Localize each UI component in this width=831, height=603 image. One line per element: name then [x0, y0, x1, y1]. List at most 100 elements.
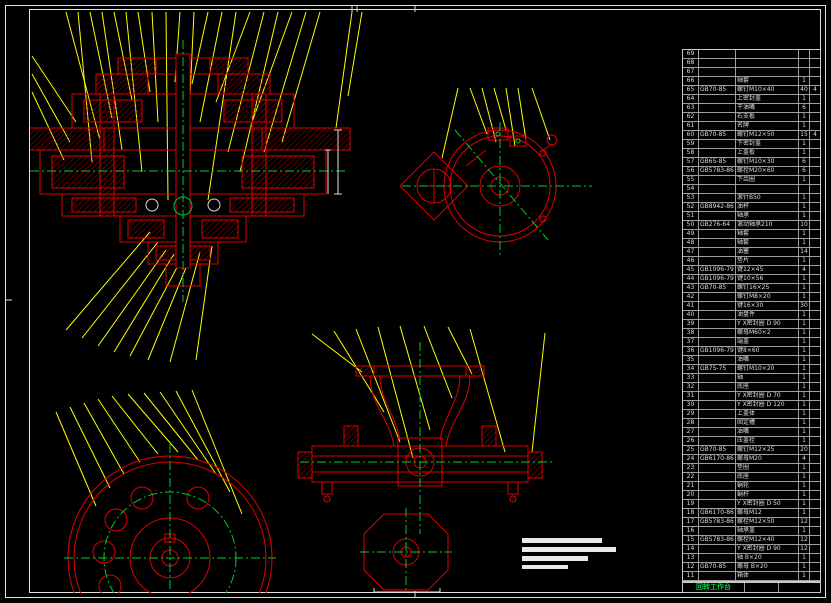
part-cell-code: GB75-75	[699, 365, 736, 374]
part-cell-name: 下齿圈	[736, 176, 799, 185]
part-row: 41 键16×30 30	[683, 302, 820, 311]
part-row: 40 油盘件 1	[683, 311, 820, 320]
part-cell-mat	[810, 473, 820, 482]
part-row: 58 上盖板 1	[683, 149, 820, 158]
part-cell-code	[699, 401, 736, 410]
part-cell-mat	[810, 275, 820, 284]
part-cell-name: 螺母M20	[736, 455, 799, 464]
part-cell-mat	[810, 428, 820, 437]
part-cell-mat	[810, 59, 820, 68]
part-cell-qty: 1	[799, 347, 810, 356]
part-cell-name: 下密封盖	[736, 140, 799, 149]
part-cell-qty: 1	[799, 140, 810, 149]
part-cell-name: 底座	[736, 383, 799, 392]
part-cell-mat	[810, 167, 820, 176]
part-cell-mat	[810, 545, 820, 554]
part-cell-qty: 1	[799, 410, 810, 419]
parts-table: 69 68 67 66 轴套 1 65 GB70-85 螺钉M10×40 40 4 64 上密封盖 1 63…	[682, 49, 821, 582]
part-row: 30 Y X密封圈 D 120 1	[683, 401, 820, 410]
part-cell-qty: 1	[799, 482, 810, 491]
part-row: 48 轴套 1	[683, 239, 820, 248]
part-cell-qty: 1	[799, 329, 810, 338]
part-cell-qty	[799, 185, 810, 194]
part-cell-no: 21	[683, 482, 699, 491]
part-row: 29 上盖体 1	[683, 410, 820, 419]
part-cell-name: 油杯	[736, 203, 799, 212]
part-cell-no: 62	[683, 113, 699, 122]
part-cell-code: GB6170-86	[699, 455, 736, 464]
part-cell-no: 19	[683, 500, 699, 509]
part-row: 24 GB6170-86 螺母M20 4	[683, 455, 820, 464]
part-cell-mat	[810, 455, 820, 464]
part-cell-code	[699, 149, 736, 158]
part-cell-name: 键12×45	[736, 266, 799, 275]
part-cell-name: 轴套	[736, 239, 799, 248]
part-cell-code	[699, 257, 736, 266]
part-cell-code	[699, 248, 736, 257]
part-cell-no: 37	[683, 338, 699, 347]
part-row: 57 GB65-85 螺钉M10×30 6	[683, 158, 820, 167]
part-cell-name: 上密封盖	[736, 95, 799, 104]
part-cell-qty: 1	[799, 77, 810, 86]
part-cell-no: 59	[683, 140, 699, 149]
part-cell-name: 右支板	[736, 113, 799, 122]
part-cell-no: 50	[683, 221, 699, 230]
part-cell-code: GB1096-79	[699, 266, 736, 275]
part-cell-mat	[810, 329, 820, 338]
drawing-sheet: 69 68 67 66 轴套 1 65 GB70-85 螺钉M10×40 40 4 64 上密封盖 1 63…	[0, 0, 831, 603]
part-cell-mat	[810, 122, 820, 131]
part-cell-name: 底座	[736, 473, 799, 482]
part-cell-qty: 40	[799, 86, 810, 95]
end-plate-detail-view	[360, 508, 452, 593]
part-cell-name: 螺栓M20×60	[736, 167, 799, 176]
part-cell-qty: 1	[799, 239, 810, 248]
part-cell-code	[699, 473, 736, 482]
part-cell-qty	[799, 50, 810, 59]
part-cell-name: 螺钉16×25	[736, 284, 799, 293]
part-cell-mat	[810, 194, 820, 203]
part-row: 21 蜗轮 1	[683, 482, 820, 491]
part-cell-qty: 1	[799, 500, 810, 509]
part-row: 63 干油嘴 6	[683, 104, 820, 113]
part-cell-qty	[799, 59, 810, 68]
part-cell-qty: 15	[799, 131, 810, 140]
part-cell-qty: 1	[799, 554, 810, 563]
part-row: 34 GB75-75 螺钉M10×20 1	[683, 365, 820, 374]
part-cell-mat	[810, 113, 820, 122]
part-cell-no: 65	[683, 86, 699, 95]
part-row: 18 GB6170-86 螺母M12 1	[683, 509, 820, 518]
part-cell-name: 油塞	[736, 248, 799, 257]
part-row: 59 下密封盖 1	[683, 140, 820, 149]
part-cell-no: 55	[683, 176, 699, 185]
part-cell-qty: 1	[799, 509, 810, 518]
part-cell-mat	[810, 491, 820, 500]
part-cell-qty: 1	[799, 320, 810, 329]
part-cell-mat	[810, 248, 820, 257]
part-cell-qty: 10	[799, 221, 810, 230]
part-cell-mat	[810, 266, 820, 275]
part-cell-name: 螺母M60×2	[736, 329, 799, 338]
part-cell-name: 轴承	[736, 212, 799, 221]
part-row: 43 GB70-85 螺钉16×25 1	[683, 284, 820, 293]
part-cell-name: 键16×30	[736, 302, 799, 311]
part-cell-no: 63	[683, 104, 699, 113]
part-cell-name: Y X密封圈 D 120	[736, 401, 799, 410]
part-cell-name: 滚针B50	[736, 194, 799, 203]
part-cell-mat	[810, 104, 820, 113]
part-cell-qty: 1	[799, 194, 810, 203]
part-cell-code	[699, 95, 736, 104]
part-cell-code	[699, 428, 736, 437]
part-cell-qty: 1	[799, 113, 810, 122]
part-cell-name: 干油嘴	[736, 104, 799, 113]
part-cell-name: 键8×60	[736, 347, 799, 356]
part-cell-mat	[810, 536, 820, 545]
part-cell-name: 轴套	[736, 230, 799, 239]
part-row: 15 GB5783-86 螺栓M12×40 12	[683, 536, 820, 545]
part-cell-code	[699, 437, 736, 446]
part-cell-name: 垫圈	[736, 464, 799, 473]
part-cell-name: 轴套	[736, 77, 799, 86]
part-row: 20 蜗杆 1	[683, 491, 820, 500]
part-row: 35 油嘴 1	[683, 356, 820, 365]
part-cell-mat	[810, 410, 820, 419]
part-cell-qty: 1	[799, 95, 810, 104]
